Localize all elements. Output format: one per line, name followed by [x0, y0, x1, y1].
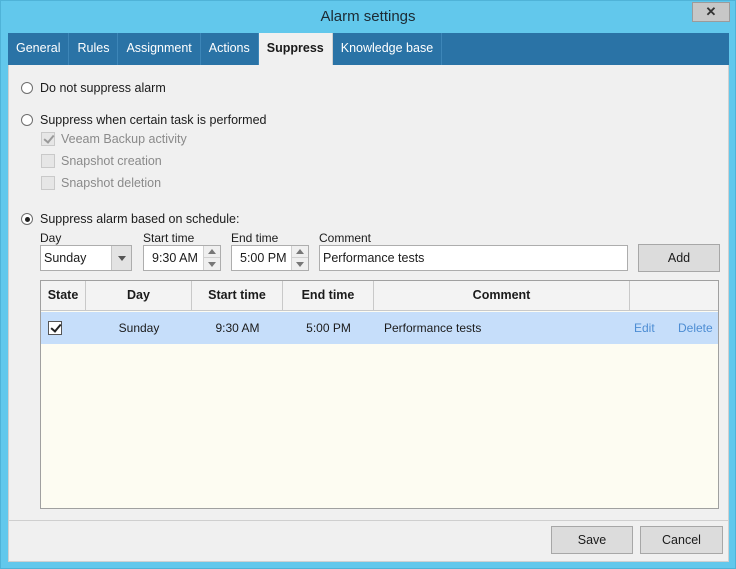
start-time-input[interactable]: 9:30 AM — [143, 245, 221, 271]
save-button[interactable]: Save — [551, 526, 633, 554]
checkbox-label: Veeam Backup activity — [61, 132, 187, 146]
end-time-value: 5:00 PM — [240, 251, 287, 265]
add-button[interactable]: Add — [638, 244, 720, 272]
spin-down-icon[interactable] — [204, 258, 220, 270]
window-title: Alarm settings — [320, 8, 416, 25]
day-label: Day — [40, 231, 62, 245]
task-snapshot-creation: Snapshot creation — [41, 154, 162, 168]
spin-up-icon[interactable] — [292, 246, 308, 258]
start-time-spinner[interactable] — [203, 246, 220, 270]
column-end-time[interactable]: End time — [283, 281, 374, 310]
column-start-time[interactable]: Start time — [192, 281, 283, 310]
checkbox — [41, 132, 55, 146]
edit-link[interactable]: Edit — [634, 312, 655, 344]
alarm-settings-window: Alarm settings ✕ General Rules Assignmen… — [0, 0, 736, 569]
task-veeam-backup: Veeam Backup activity — [41, 132, 187, 146]
delete-link[interactable]: Delete — [678, 312, 713, 344]
radio-suppress-schedule[interactable]: Suppress alarm based on schedule: — [21, 212, 239, 226]
schedule-table: State Day Start time End time Comment Su… — [40, 280, 719, 509]
spin-up-icon[interactable] — [204, 246, 220, 258]
row-comment: Performance tests — [384, 321, 482, 335]
tab-assignment[interactable]: Assignment — [118, 33, 201, 65]
comment-input[interactable]: Performance tests — [319, 245, 628, 271]
start-time-value: 9:30 AM — [152, 251, 198, 265]
checkbox — [41, 176, 55, 190]
column-actions — [630, 281, 718, 310]
day-dropdown-value: Sunday — [44, 251, 87, 265]
radio-button[interactable] — [21, 114, 33, 126]
tab-general[interactable]: General — [8, 33, 70, 65]
close-icon: ✕ — [705, 4, 717, 19]
chevron-down-icon[interactable] — [111, 246, 131, 270]
radio-suppress-task[interactable]: Suppress when certain task is performed — [21, 113, 267, 127]
comment-value: Performance tests — [323, 251, 425, 265]
end-time-label: End time — [231, 231, 279, 245]
column-comment[interactable]: Comment — [374, 281, 630, 310]
radio-button[interactable] — [21, 82, 33, 94]
row-day: Sunday — [118, 321, 160, 335]
tab-rules[interactable]: Rules — [69, 33, 119, 65]
row-state-checkbox[interactable] — [48, 321, 62, 335]
checkbox-label: Snapshot deletion — [61, 176, 162, 190]
column-day[interactable]: Day — [86, 281, 192, 310]
dialog-footer: Save Cancel — [8, 521, 729, 562]
checkbox — [41, 154, 55, 168]
cancel-button[interactable]: Cancel — [640, 526, 723, 554]
row-end-time: 5:00 PM — [306, 321, 351, 335]
radio-do-not-suppress[interactable]: Do not suppress alarm — [21, 81, 166, 95]
radio-label: Suppress when certain task is performed — [40, 113, 267, 127]
title-bar: Alarm settings ✕ — [1, 1, 735, 33]
task-snapshot-deletion: Snapshot deletion — [41, 176, 161, 190]
checkbox-label: Snapshot creation — [61, 154, 162, 168]
start-time-label: Start time — [143, 231, 195, 245]
table-header: State Day Start time End time Comment — [41, 281, 718, 311]
table-row[interactable]: Sunday 9:30 AM 5:00 PM Performance tests… — [41, 312, 718, 344]
tab-bar: General Rules Assignment Actions Suppres… — [8, 33, 729, 65]
end-time-input[interactable]: 5:00 PM — [231, 245, 309, 271]
radio-label: Do not suppress alarm — [40, 81, 166, 95]
end-time-spinner[interactable] — [291, 246, 308, 270]
suppress-panel: Do not suppress alarm Suppress when cert… — [8, 65, 729, 520]
tab-knowledge-base[interactable]: Knowledge base — [333, 33, 443, 65]
column-state[interactable]: State — [41, 281, 86, 310]
day-dropdown[interactable]: Sunday — [40, 245, 132, 271]
close-button[interactable]: ✕ — [692, 2, 730, 22]
tab-actions[interactable]: Actions — [201, 33, 259, 65]
radio-button[interactable] — [21, 213, 33, 225]
row-start-time: 9:30 AM — [215, 321, 260, 335]
spin-down-icon[interactable] — [292, 258, 308, 270]
comment-label: Comment — [319, 231, 372, 245]
tab-suppress[interactable]: Suppress — [258, 33, 333, 65]
radio-label: Suppress alarm based on schedule: — [40, 212, 240, 226]
